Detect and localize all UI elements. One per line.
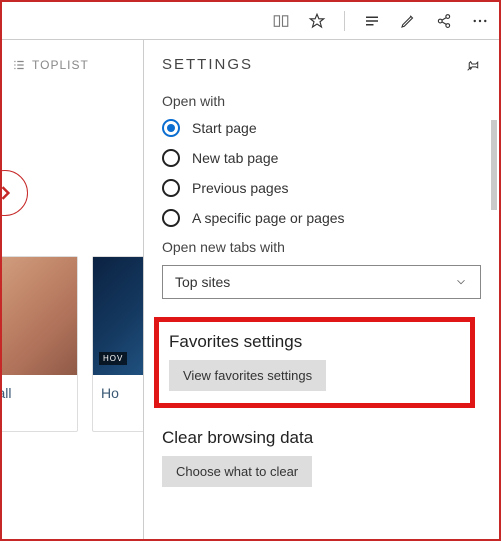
favorites-settings-group: Favorites settings View favorites settin… [154, 317, 475, 408]
divider [344, 11, 345, 31]
settings-panel: SETTINGS Open with Start page New tab pa… [144, 40, 499, 539]
favorites-settings-title: Favorites settings [169, 332, 460, 352]
settings-header: SETTINGS [162, 52, 481, 87]
content-card[interactable]: IOS ketball [2, 256, 78, 432]
choose-what-to-clear-button[interactable]: Choose what to clear [162, 456, 312, 487]
title-bar [2, 2, 499, 40]
share-icon[interactable] [435, 12, 453, 30]
content-column: TOPLIST IOS ketball HOV Ho [2, 40, 144, 539]
radio-icon [162, 149, 180, 167]
radio-new-tab-page[interactable]: New tab page [162, 149, 481, 167]
clear-data-title: Clear browsing data [162, 428, 481, 448]
view-favorites-settings-button[interactable]: View favorites settings [169, 360, 326, 391]
radio-icon [162, 209, 180, 227]
web-note-icon[interactable] [399, 12, 417, 30]
dropdown-value: Top sites [175, 274, 230, 290]
list-icon [12, 58, 26, 72]
card-thumbnail: IOS [2, 257, 77, 375]
radio-label: New tab page [192, 150, 278, 166]
card-caption: ketball [2, 375, 77, 431]
more-icon[interactable] [471, 12, 489, 30]
card-caption: Ho [93, 375, 144, 431]
card-thumbnail: HOV [93, 257, 144, 375]
radio-icon [162, 179, 180, 197]
radio-icon [162, 119, 180, 137]
radio-specific-page[interactable]: A specific page or pages [162, 209, 481, 227]
reading-view-icon[interactable] [272, 12, 290, 30]
content-card[interactable]: HOV Ho [92, 256, 144, 432]
clear-data-group: Clear browsing data Choose what to clear [162, 428, 481, 487]
radio-label: Start page [192, 120, 257, 136]
pin-icon[interactable] [465, 57, 481, 73]
card-row: IOS ketball HOV Ho [2, 256, 144, 432]
toplist-header[interactable]: TOPLIST [8, 50, 137, 80]
card-tag: HOV [99, 352, 127, 365]
chevron-right-icon [2, 183, 15, 203]
hub-icon[interactable] [363, 12, 381, 30]
open-with-label: Open with [162, 93, 481, 109]
favorites-star-icon[interactable] [308, 12, 326, 30]
toplist-label: TOPLIST [32, 58, 89, 72]
radio-previous-pages[interactable]: Previous pages [162, 179, 481, 197]
open-tabs-label: Open new tabs with [162, 239, 481, 255]
main-area: TOPLIST IOS ketball HOV Ho SETTINGS [2, 40, 499, 539]
radio-start-page[interactable]: Start page [162, 119, 481, 137]
radio-label: Previous pages [192, 180, 289, 196]
chevron-down-icon [454, 275, 468, 289]
nav-next-button[interactable] [2, 170, 28, 216]
radio-label: A specific page or pages [192, 210, 345, 226]
open-tabs-dropdown[interactable]: Top sites [162, 265, 481, 299]
scrollbar-thumb[interactable] [491, 120, 497, 210]
settings-title: SETTINGS [162, 56, 253, 73]
